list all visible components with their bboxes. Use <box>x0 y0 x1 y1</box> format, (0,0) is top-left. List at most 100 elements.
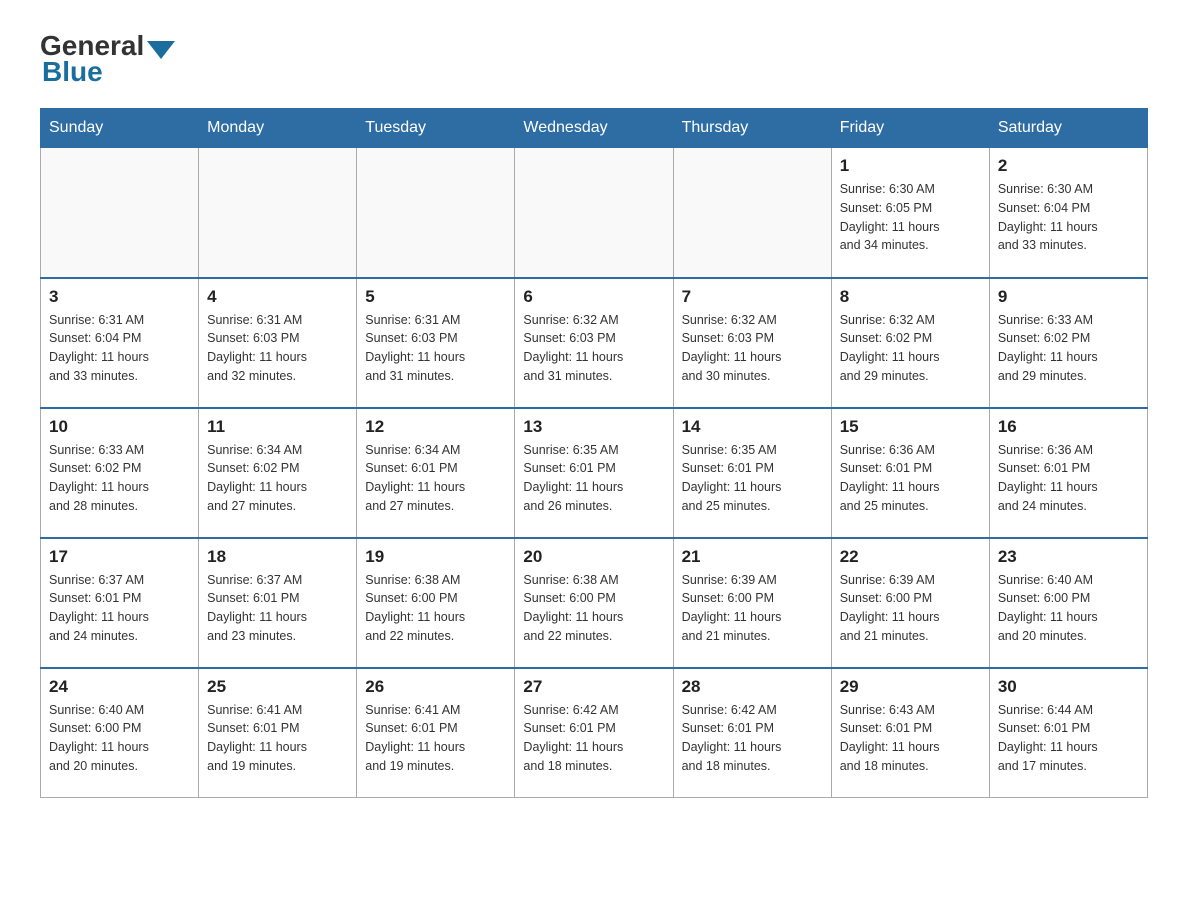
day-info: Sunrise: 6:30 AM Sunset: 6:04 PM Dayligh… <box>998 180 1139 255</box>
logo-blue-text: Blue <box>42 56 103 87</box>
day-number: 3 <box>49 287 190 307</box>
calendar-cell: 28 Sunrise: 6:42 AM Sunset: 6:01 PM Dayli… <box>673 668 831 798</box>
day-number: 28 <box>682 677 823 697</box>
calendar-cell: 16 Sunrise: 6:36 AM Sunset: 6:01 PM Dayli… <box>989 408 1147 538</box>
calendar-cell: 9 Sunrise: 6:33 AM Sunset: 6:02 PM Daylig… <box>989 278 1147 408</box>
calendar-cell: 19 Sunrise: 6:38 AM Sunset: 6:00 PM Dayli… <box>357 538 515 668</box>
day-info: Sunrise: 6:38 AM Sunset: 6:00 PM Dayligh… <box>365 571 506 646</box>
day-info: Sunrise: 6:30 AM Sunset: 6:05 PM Dayligh… <box>840 180 981 255</box>
calendar-week-5: 24Sunrise: 6:40 AM Sunset: 6:00 PM Dayli… <box>41 668 1148 798</box>
day-info: Sunrise: 6:31 AM Sunset: 6:03 PM Dayligh… <box>207 311 348 386</box>
calendar-cell: 26 Sunrise: 6:41 AM Sunset: 6:01 PM Dayli… <box>357 668 515 798</box>
day-info: Sunrise: 6:33 AM Sunset: 6:02 PM Dayligh… <box>998 311 1139 386</box>
day-info: Sunrise: 6:34 AM Sunset: 6:01 PM Dayligh… <box>365 441 506 516</box>
day-info: Sunrise: 6:37 AM Sunset: 6:01 PM Dayligh… <box>207 571 348 646</box>
day-info: Sunrise: 6:38 AM Sunset: 6:00 PM Dayligh… <box>523 571 664 646</box>
calendar-cell: 18 Sunrise: 6:37 AM Sunset: 6:01 PM Dayli… <box>199 538 357 668</box>
calendar-cell: 27 Sunrise: 6:42 AM Sunset: 6:01 PM Dayli… <box>515 668 673 798</box>
day-info: Sunrise: 6:41 AM Sunset: 6:01 PM Dayligh… <box>365 701 506 776</box>
calendar-cell: 14 Sunrise: 6:35 AM Sunset: 6:01 PM Dayli… <box>673 408 831 538</box>
day-number: 30 <box>998 677 1139 697</box>
day-info: Sunrise: 6:44 AM Sunset: 6:01 PM Dayligh… <box>998 701 1139 776</box>
day-info: Sunrise: 6:40 AM Sunset: 6:00 PM Dayligh… <box>49 701 190 776</box>
calendar-cell: 4 Sunrise: 6:31 AM Sunset: 6:03 PM Daylig… <box>199 278 357 408</box>
day-info: Sunrise: 6:41 AM Sunset: 6:01 PM Dayligh… <box>207 701 348 776</box>
day-info: Sunrise: 6:31 AM Sunset: 6:04 PM Dayligh… <box>49 311 190 386</box>
calendar-cell: 24Sunrise: 6:40 AM Sunset: 6:00 PM Dayli… <box>41 668 199 798</box>
calendar-cell: 5 Sunrise: 6:31 AM Sunset: 6:03 PM Daylig… <box>357 278 515 408</box>
day-number: 15 <box>840 417 981 437</box>
calendar-cell: 1Sunrise: 6:30 AM Sunset: 6:05 PM Daylig… <box>831 148 989 278</box>
calendar-cell <box>357 148 515 278</box>
weekday-header-row: SundayMondayTuesdayWednesdayThursdayFrid… <box>41 109 1148 148</box>
calendar-cell: 6 Sunrise: 6:32 AM Sunset: 6:03 PM Daylig… <box>515 278 673 408</box>
calendar-cell: 22 Sunrise: 6:39 AM Sunset: 6:00 PM Dayli… <box>831 538 989 668</box>
calendar-cell: 29 Sunrise: 6:43 AM Sunset: 6:01 PM Dayli… <box>831 668 989 798</box>
calendar-cell: 15 Sunrise: 6:36 AM Sunset: 6:01 PM Dayli… <box>831 408 989 538</box>
day-number: 14 <box>682 417 823 437</box>
day-info: Sunrise: 6:37 AM Sunset: 6:01 PM Dayligh… <box>49 571 190 646</box>
calendar-cell: 10Sunrise: 6:33 AM Sunset: 6:02 PM Dayli… <box>41 408 199 538</box>
calendar-cell <box>673 148 831 278</box>
day-number: 6 <box>523 287 664 307</box>
calendar-cell: 3 Sunrise: 6:31 AM Sunset: 6:04 PM Daylig… <box>41 278 199 408</box>
day-info: Sunrise: 6:34 AM Sunset: 6:02 PM Dayligh… <box>207 441 348 516</box>
weekday-header-monday: Monday <box>199 109 357 148</box>
day-number: 2 <box>998 156 1139 176</box>
day-info: Sunrise: 6:33 AM Sunset: 6:02 PM Dayligh… <box>49 441 190 516</box>
day-info: Sunrise: 6:35 AM Sunset: 6:01 PM Dayligh… <box>682 441 823 516</box>
day-number: 4 <box>207 287 348 307</box>
day-number: 17 <box>49 547 190 567</box>
day-number: 22 <box>840 547 981 567</box>
page-header: General Blue <box>40 30 1148 88</box>
day-number: 25 <box>207 677 348 697</box>
day-number: 26 <box>365 677 506 697</box>
calendar-cell <box>515 148 673 278</box>
day-number: 20 <box>523 547 664 567</box>
day-info: Sunrise: 6:32 AM Sunset: 6:03 PM Dayligh… <box>682 311 823 386</box>
logo-arrow-icon <box>147 41 175 59</box>
calendar-cell: 11 Sunrise: 6:34 AM Sunset: 6:02 PM Dayli… <box>199 408 357 538</box>
weekday-header-wednesday: Wednesday <box>515 109 673 148</box>
day-number: 5 <box>365 287 506 307</box>
calendar-week-2: 3 Sunrise: 6:31 AM Sunset: 6:04 PM Daylig… <box>41 278 1148 408</box>
calendar-week-3: 10Sunrise: 6:33 AM Sunset: 6:02 PM Dayli… <box>41 408 1148 538</box>
day-number: 11 <box>207 417 348 437</box>
calendar-cell: 17 Sunrise: 6:37 AM Sunset: 6:01 PM Dayli… <box>41 538 199 668</box>
day-number: 19 <box>365 547 506 567</box>
day-number: 8 <box>840 287 981 307</box>
calendar-cell: 13Sunrise: 6:35 AM Sunset: 6:01 PM Dayli… <box>515 408 673 538</box>
day-info: Sunrise: 6:32 AM Sunset: 6:02 PM Dayligh… <box>840 311 981 386</box>
day-number: 9 <box>998 287 1139 307</box>
day-number: 12 <box>365 417 506 437</box>
day-info: Sunrise: 6:36 AM Sunset: 6:01 PM Dayligh… <box>998 441 1139 516</box>
calendar-cell: 2 Sunrise: 6:30 AM Sunset: 6:04 PM Daylig… <box>989 148 1147 278</box>
calendar-cell: 30 Sunrise: 6:44 AM Sunset: 6:01 PM Dayli… <box>989 668 1147 798</box>
day-info: Sunrise: 6:39 AM Sunset: 6:00 PM Dayligh… <box>840 571 981 646</box>
logo: General Blue <box>40 30 178 88</box>
day-info: Sunrise: 6:31 AM Sunset: 6:03 PM Dayligh… <box>365 311 506 386</box>
day-number: 27 <box>523 677 664 697</box>
day-number: 16 <box>998 417 1139 437</box>
day-number: 18 <box>207 547 348 567</box>
day-info: Sunrise: 6:36 AM Sunset: 6:01 PM Dayligh… <box>840 441 981 516</box>
day-info: Sunrise: 6:43 AM Sunset: 6:01 PM Dayligh… <box>840 701 981 776</box>
weekday-header-saturday: Saturday <box>989 109 1147 148</box>
day-number: 13 <box>523 417 664 437</box>
calendar-cell: 7Sunrise: 6:32 AM Sunset: 6:03 PM Daylig… <box>673 278 831 408</box>
day-number: 29 <box>840 677 981 697</box>
day-number: 23 <box>998 547 1139 567</box>
calendar-table: SundayMondayTuesdayWednesdayThursdayFrid… <box>40 108 1148 798</box>
day-info: Sunrise: 6:42 AM Sunset: 6:01 PM Dayligh… <box>523 701 664 776</box>
calendar-cell: 21Sunrise: 6:39 AM Sunset: 6:00 PM Dayli… <box>673 538 831 668</box>
day-info: Sunrise: 6:39 AM Sunset: 6:00 PM Dayligh… <box>682 571 823 646</box>
calendar-cell: 23 Sunrise: 6:40 AM Sunset: 6:00 PM Dayli… <box>989 538 1147 668</box>
day-info: Sunrise: 6:40 AM Sunset: 6:00 PM Dayligh… <box>998 571 1139 646</box>
weekday-header-friday: Friday <box>831 109 989 148</box>
weekday-header-sunday: Sunday <box>41 109 199 148</box>
calendar-cell: 8 Sunrise: 6:32 AM Sunset: 6:02 PM Daylig… <box>831 278 989 408</box>
calendar-cell: 25 Sunrise: 6:41 AM Sunset: 6:01 PM Dayli… <box>199 668 357 798</box>
weekday-header-tuesday: Tuesday <box>357 109 515 148</box>
day-info: Sunrise: 6:42 AM Sunset: 6:01 PM Dayligh… <box>682 701 823 776</box>
day-info: Sunrise: 6:32 AM Sunset: 6:03 PM Dayligh… <box>523 311 664 386</box>
